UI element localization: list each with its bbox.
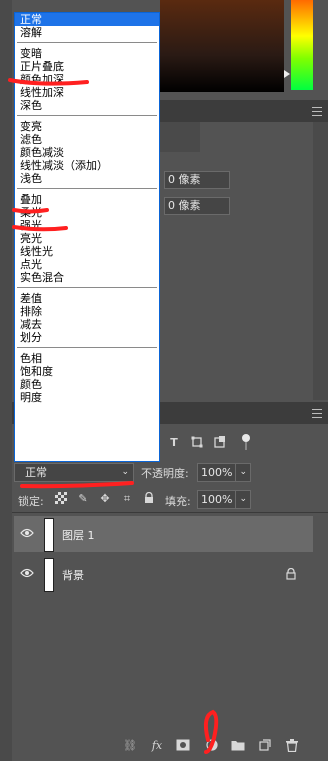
blend-mode-option[interactable]: 正片叠底 (15, 60, 159, 73)
blend-mode-option[interactable]: 线性加深 (15, 86, 159, 99)
property-field-1[interactable]: 0 像素 (164, 171, 230, 189)
lock-icon (286, 568, 296, 580)
folder-icon[interactable] (231, 739, 245, 753)
blend-mode-option[interactable]: 明度 (15, 391, 159, 404)
fill-label: 填充: (165, 495, 191, 508)
blend-mode-option[interactable]: 实色混合 (15, 271, 159, 284)
chevron-down-icon: ⌄ (121, 467, 129, 477)
eye-icon[interactable] (20, 568, 34, 578)
lock-artboard-icon[interactable]: ⌗ (120, 492, 134, 506)
blend-mode-option[interactable]: 浅色 (15, 172, 159, 185)
blend-mode-option[interactable]: 差值 (15, 292, 159, 305)
lock-all-icon[interactable] (142, 491, 156, 506)
menu-separator (15, 39, 159, 47)
layers-bottom-toolbar: ⛓ fx (12, 734, 328, 761)
blend-mode-option[interactable]: 颜色 (15, 378, 159, 391)
opacity-label: 不透明度: (141, 467, 189, 480)
blend-mode-option[interactable]: 柔光 (15, 206, 159, 219)
chevron-down-icon[interactable]: ⌄ (235, 464, 247, 481)
blend-mode-option[interactable]: 减去 (15, 318, 159, 331)
opacity-value: 100% (201, 466, 233, 479)
panel-menu-icon[interactable] (312, 107, 322, 116)
blend-mode-option[interactable]: 线性光 (15, 245, 159, 258)
mask-icon[interactable] (176, 739, 190, 753)
filter-shape-icon[interactable] (190, 436, 204, 450)
layer-name[interactable]: 背景 (62, 567, 84, 583)
blend-mode-option[interactable]: 正常 (15, 13, 159, 26)
filter-type-icon[interactable]: T (167, 436, 181, 450)
blend-mode-option[interactable]: 滤色 (15, 133, 159, 146)
menu-separator (15, 344, 159, 352)
lock-position-icon[interactable]: ✥ (98, 492, 112, 506)
blend-mode-option[interactable]: 颜色加深 (15, 73, 159, 86)
fill-input[interactable]: 100% ⌄ (197, 490, 251, 509)
chevron-down-icon[interactable]: ⌄ (235, 491, 247, 508)
link-icon[interactable]: ⛓ (123, 739, 137, 753)
blend-mode-option[interactable]: 亮光 (15, 232, 159, 245)
lock-transparent-icon[interactable] (55, 492, 67, 504)
new-layer-icon[interactable] (258, 739, 272, 753)
layer-thumbnail (44, 518, 54, 552)
blend-mode-option[interactable]: 强光 (15, 219, 159, 232)
properties-panel (160, 122, 313, 400)
blend-mode-option[interactable]: 点光 (15, 258, 159, 271)
blend-mode-value: 正常 (25, 466, 47, 479)
menu-separator (15, 185, 159, 193)
layer-row[interactable]: 背景 (14, 556, 313, 592)
blend-mode-option[interactable]: 颜色减淡 (15, 146, 159, 159)
eye-icon[interactable] (20, 528, 34, 538)
layer-name[interactable]: 图层 1 (62, 527, 95, 543)
color-field[interactable] (160, 0, 284, 92)
adjustment-icon[interactable] (205, 739, 219, 753)
filter-toggle-icon[interactable] (240, 432, 252, 452)
blend-mode-option[interactable]: 溶解 (15, 26, 159, 39)
fx-icon[interactable]: fx (150, 739, 164, 753)
lock-image-icon[interactable]: ✎ (76, 492, 90, 506)
property-field-2[interactable]: 0 像素 (164, 197, 230, 215)
properties-panel-header (160, 100, 328, 122)
layers-panel-menu-icon[interactable] (312, 409, 322, 418)
hue-slider-marker[interactable] (284, 70, 290, 78)
layer-row[interactable]: 图层 1 (14, 516, 313, 552)
blend-mode-option[interactable]: 划分 (15, 331, 159, 344)
blend-mode-option[interactable]: 变暗 (15, 47, 159, 60)
menu-separator (15, 112, 159, 120)
blend-mode-option[interactable]: 深色 (15, 99, 159, 112)
hue-slider[interactable] (291, 0, 313, 90)
fill-value: 100% (201, 493, 233, 506)
blend-mode-option[interactable]: 排除 (15, 305, 159, 318)
filter-smart-icon[interactable] (213, 436, 227, 450)
blend-mode-select[interactable]: 正常 ⌄ (14, 463, 134, 482)
blend-mode-option[interactable]: 变亮 (15, 120, 159, 133)
opacity-input[interactable]: 100% ⌄ (197, 463, 251, 482)
lock-label: 锁定: (18, 495, 44, 508)
left-edge-strip (0, 0, 12, 761)
blend-mode-option[interactable]: 叠加 (15, 193, 159, 206)
layer-thumbnail (44, 558, 54, 592)
blend-mode-dropdown-list[interactable]: 正常 溶解变暗 正片叠底 颜色加深 线性加深 深色变亮 滤色 颜色减淡 线性减淡（添加） 浅色叠加… (14, 12, 160, 462)
properties-tab[interactable] (160, 122, 200, 152)
blend-mode-option[interactable]: 饱和度 (15, 365, 159, 378)
blend-mode-option[interactable]: 色相 (15, 352, 159, 365)
blend-mode-option[interactable]: 线性减淡（添加） (15, 159, 159, 172)
trash-icon[interactable] (285, 739, 299, 753)
menu-separator (15, 284, 159, 292)
properties-scrollbar[interactable] (313, 122, 328, 400)
